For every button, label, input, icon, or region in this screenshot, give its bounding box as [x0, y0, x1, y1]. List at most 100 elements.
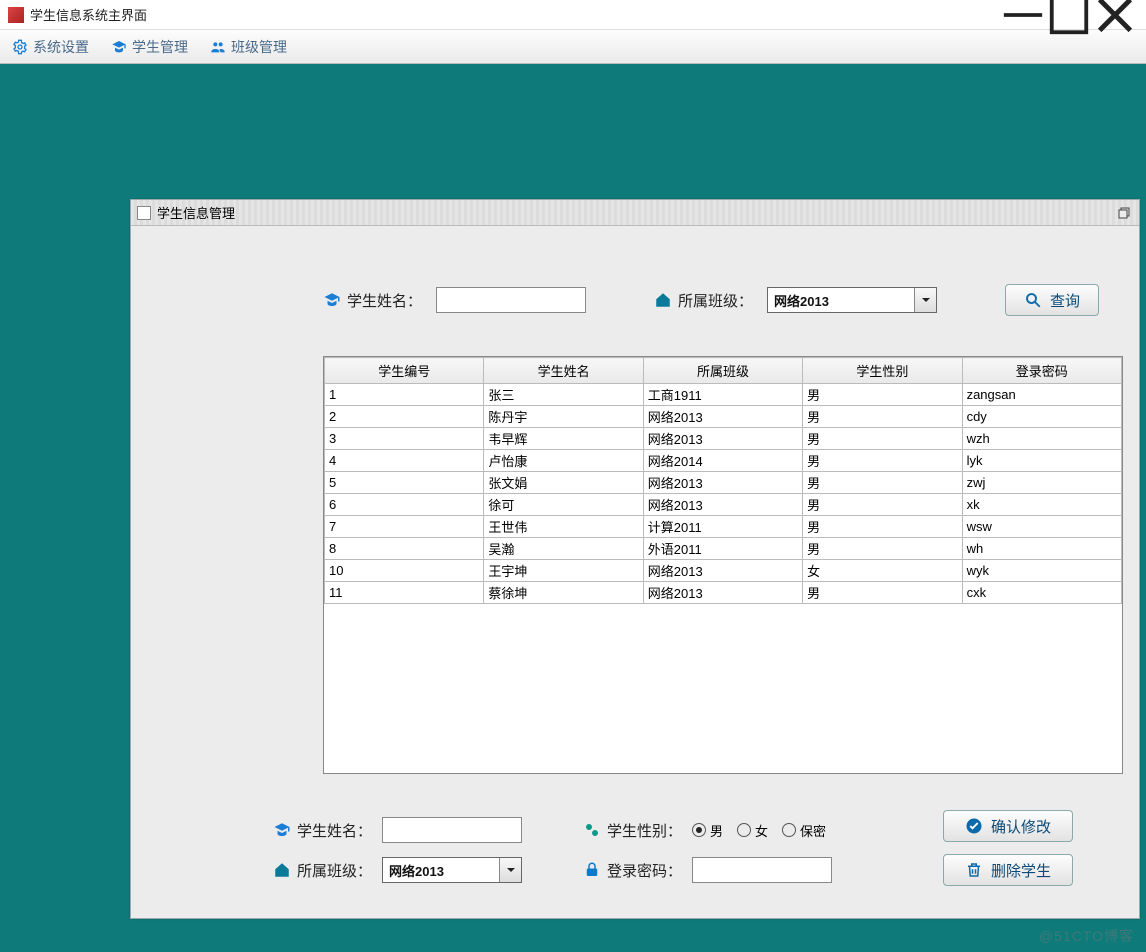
menu-label: 系统设置 [33, 37, 89, 57]
menu-class-management[interactable]: 班级管理 [206, 35, 291, 59]
table-cell: 网络2013 [643, 428, 802, 450]
home-icon [273, 861, 291, 879]
students-table-container[interactable]: 学生编号学生姓名所属班级学生性别登录密码 1张三工商1911男zangsan2陈… [323, 356, 1123, 774]
table-cell: 5 [325, 472, 484, 494]
maximize-button[interactable] [1046, 0, 1092, 30]
edit-panel: 学生姓名： 所属班级： 网络2013 [153, 810, 1117, 910]
table-cell: 网络2014 [643, 450, 802, 472]
table-cell: wh [962, 538, 1121, 560]
window-controls [1000, 0, 1138, 30]
table-row[interactable]: 6徐可网络2013男xk [325, 494, 1122, 516]
table-cell: 女 [803, 560, 962, 582]
table-header[interactable]: 学生性别 [803, 358, 962, 384]
watermark: @51CTO博客 [1039, 926, 1134, 946]
edit-name-input[interactable] [382, 817, 522, 843]
table-row[interactable]: 5张文娟网络2013男zwj [325, 472, 1122, 494]
table-cell: 1 [325, 384, 484, 406]
table-cell: 男 [803, 472, 962, 494]
table-cell: 10 [325, 560, 484, 582]
table-row[interactable]: 2陈丹宇网络2013男cdy [325, 406, 1122, 428]
table-header[interactable]: 学生姓名 [484, 358, 643, 384]
menu-label: 班级管理 [231, 37, 287, 57]
gender-radio-option[interactable]: 女 [737, 821, 768, 840]
table-cell: cdy [962, 406, 1121, 428]
table-cell: 韦早辉 [484, 428, 643, 450]
app-icon [8, 7, 24, 23]
table-cell: 张文娟 [484, 472, 643, 494]
table-cell: 8 [325, 538, 484, 560]
table-cell: wsw [962, 516, 1121, 538]
radio-icon [692, 823, 706, 837]
mdi-client-area: 学生信息管理 学生姓名： 所属班级： 网络2013 [0, 64, 1146, 952]
button-label: 删除学生 [991, 860, 1051, 881]
edit-password-label: 登录密码： [583, 860, 682, 881]
select-value: 网络2013 [383, 858, 499, 882]
delete-student-button[interactable]: 删除学生 [943, 854, 1073, 886]
table-cell: cxk [962, 582, 1121, 604]
menu-student-management[interactable]: 学生管理 [107, 35, 192, 59]
table-row[interactable]: 10王宇坤网络2013女wyk [325, 560, 1122, 582]
button-label: 确认修改 [991, 816, 1051, 837]
confirm-edit-button[interactable]: 确认修改 [943, 810, 1073, 842]
table-row[interactable]: 1张三工商1911男zangsan [325, 384, 1122, 406]
table-row[interactable]: 3韦早辉网络2013男wzh [325, 428, 1122, 450]
table-row[interactable]: 11蔡徐坤网络2013男cxk [325, 582, 1122, 604]
search-class-select[interactable]: 网络2013 [767, 287, 937, 313]
table-row[interactable]: 8吴瀚外语2011男wh [325, 538, 1122, 560]
table-cell: 陈丹宇 [484, 406, 643, 428]
table-header[interactable]: 学生编号 [325, 358, 484, 384]
search-bar: 学生姓名： 所属班级： 网络2013 查询 [323, 284, 1117, 316]
minimize-button[interactable] [1000, 0, 1046, 30]
table-cell: 男 [803, 384, 962, 406]
button-label: 查询 [1050, 290, 1080, 311]
table-cell: 2 [325, 406, 484, 428]
menu-system-settings[interactable]: 系统设置 [8, 35, 93, 59]
table-cell: 男 [803, 406, 962, 428]
radio-icon [737, 823, 751, 837]
check-icon [965, 817, 983, 835]
search-icon [1024, 291, 1042, 309]
search-name-input[interactable] [436, 287, 586, 313]
edit-class-select[interactable]: 网络2013 [382, 857, 522, 883]
table-cell: 男 [803, 450, 962, 472]
select-value: 网络2013 [768, 288, 914, 312]
table-cell: 网络2013 [643, 560, 802, 582]
internal-restore-button[interactable] [1115, 204, 1133, 222]
table-cell: 男 [803, 494, 962, 516]
internal-window-titlebar[interactable]: 学生信息管理 [131, 200, 1139, 226]
internal-window-body: 学生姓名： 所属班级： 网络2013 查询 [131, 226, 1139, 918]
table-cell: 男 [803, 516, 962, 538]
gender-radio-option[interactable]: 男 [692, 821, 723, 840]
close-button[interactable] [1092, 0, 1138, 30]
student-icon [323, 291, 341, 309]
search-button[interactable]: 查询 [1005, 284, 1099, 316]
table-cell: 蔡徐坤 [484, 582, 643, 604]
gender-radio-option[interactable]: 保密 [782, 821, 826, 840]
edit-password-input[interactable] [692, 857, 832, 883]
table-cell: 张三 [484, 384, 643, 406]
table-row[interactable]: 7王世伟计算2011男wsw [325, 516, 1122, 538]
edit-class-label: 所属班级： [273, 860, 372, 881]
table-header[interactable]: 登录密码 [962, 358, 1121, 384]
search-class-label: 所属班级： [654, 290, 753, 311]
table-cell: 王世伟 [484, 516, 643, 538]
table-cell: 网络2013 [643, 472, 802, 494]
edit-name-label: 学生姓名： [273, 820, 372, 841]
window-titlebar: 学生信息系统主界面 [0, 0, 1146, 30]
chevron-down-icon[interactable] [914, 288, 936, 312]
internal-window-title: 学生信息管理 [157, 203, 235, 222]
gender-radio-group: 男 女保密 [692, 821, 826, 840]
table-cell: 男 [803, 428, 962, 450]
table-cell: 11 [325, 582, 484, 604]
table-cell: 卢怡康 [484, 450, 643, 472]
chevron-down-icon[interactable] [499, 858, 521, 882]
table-cell: 网络2013 [643, 406, 802, 428]
table-header[interactable]: 所属班级 [643, 358, 802, 384]
students-table: 学生编号学生姓名所属班级学生性别登录密码 1张三工商1911男zangsan2陈… [324, 357, 1122, 604]
table-row[interactable]: 4卢怡康网络2014男lyk [325, 450, 1122, 472]
table-cell: 计算2011 [643, 516, 802, 538]
table-cell: 男 [803, 582, 962, 604]
internal-window-icon [137, 206, 151, 220]
gender-icon [583, 821, 601, 839]
radio-label: 女 [755, 821, 768, 840]
